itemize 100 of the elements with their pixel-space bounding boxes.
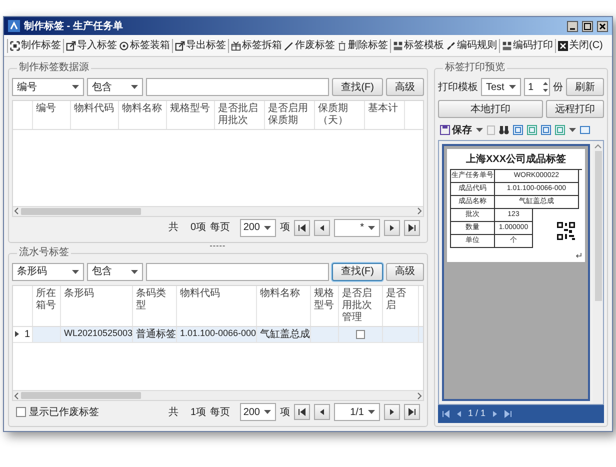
field-dropdown[interactable]: 条形码	[12, 262, 84, 280]
close-icon[interactable]	[597, 20, 608, 32]
operator-dropdown[interactable]: 包含	[87, 78, 143, 96]
caret-icon	[368, 226, 375, 230]
toolbar-button[interactable]: 编码规则	[445, 36, 498, 54]
first-page-button[interactable]	[294, 220, 310, 236]
pen-icon	[284, 40, 294, 50]
table-row[interactable]: 1 WL20210525003 普通标签 1.01.100-0066-000 气缸盖总成	[13, 326, 423, 342]
caret-icon	[264, 226, 271, 230]
template-label: 打印模板	[438, 80, 478, 94]
find-button[interactable]: 查找(F)	[332, 78, 383, 96]
column-header[interactable]: 物料代码	[71, 101, 119, 129]
horizontal-scrollbar[interactable]	[13, 206, 423, 216]
template-dropdown[interactable]: Test	[481, 78, 521, 96]
remote-print-button[interactable]: 远程打印	[546, 100, 604, 118]
multi-page-icon	[555, 125, 565, 135]
frame-icon	[10, 40, 20, 50]
column-header[interactable]: 条形码	[61, 286, 133, 326]
copies-spinner[interactable]: 1	[524, 78, 550, 96]
toolbar-button[interactable]: 标签拆箱	[230, 36, 283, 54]
group-title: 标签打印预览	[443, 62, 507, 74]
scrollbar-thumb[interactable]	[21, 208, 141, 214]
table-cell: 普通标签	[133, 326, 177, 342]
caret-icon	[72, 85, 79, 89]
previous-page-button[interactable]	[314, 220, 330, 236]
column-header[interactable]: 规格型号	[311, 286, 339, 326]
scrollbar-thumb[interactable]	[594, 151, 602, 301]
column-header[interactable]: 是否启用保质期	[265, 101, 315, 129]
find-button[interactable]: 查找(F)	[332, 262, 383, 280]
local-print-button[interactable]: 本地打印	[438, 100, 543, 118]
unit-label: 项	[280, 406, 290, 420]
search-field[interactable]	[146, 262, 330, 280]
last-page-icon	[504, 410, 512, 418]
toolbar-button[interactable]: 制作标签	[9, 36, 62, 54]
field-dropdown[interactable]: 编号	[12, 78, 84, 96]
column-header[interactable]: 保质期（天）	[315, 101, 365, 129]
next-page-button[interactable]	[384, 404, 400, 420]
page-dropdown[interactable]: 1/1	[334, 403, 380, 421]
group-title: 流水号标签	[17, 246, 71, 258]
column-header[interactable]: 编号	[33, 101, 71, 129]
next-page-icon	[492, 410, 498, 418]
scrollbar-thumb[interactable]	[21, 392, 141, 399]
column-header[interactable]: 物料名称	[119, 101, 167, 129]
column-header[interactable]: 所在箱号	[33, 286, 61, 326]
operator-dropdown[interactable]: 包含	[87, 262, 143, 280]
caret-icon	[509, 85, 516, 89]
toolbar-button[interactable]: 删除标签	[336, 36, 389, 54]
checkbox[interactable]	[16, 407, 26, 417]
toolbar-button[interactable]: 编码打印	[501, 36, 554, 54]
column-header[interactable]: 条码类型	[133, 286, 177, 326]
total-label: 共	[168, 220, 178, 235]
single-page-icon	[527, 125, 537, 135]
caret-icon	[264, 410, 271, 414]
first-page-button[interactable]	[294, 404, 310, 420]
checkbox[interactable]	[356, 330, 365, 338]
two-page-icon	[541, 125, 551, 135]
refresh-button[interactable]: 刷新	[566, 78, 604, 96]
grid-icon	[502, 40, 512, 50]
next-page-button[interactable]	[384, 220, 400, 236]
caret-icon	[476, 128, 483, 132]
toolbar-button[interactable]: 导入标签	[65, 36, 118, 54]
caret-icon	[131, 85, 138, 89]
column-header[interactable]: 是否启	[383, 286, 419, 326]
caret-icon	[131, 270, 138, 274]
item-count: 1项	[190, 406, 206, 420]
column-header[interactable]: 物料代码	[177, 286, 257, 326]
toolbar-button[interactable]: 标签模板	[392, 36, 445, 54]
last-page-icon	[408, 408, 416, 416]
search-field[interactable]	[146, 78, 330, 96]
toolbar-button[interactable]: 标签装箱	[118, 36, 171, 54]
binoculars-icon	[499, 126, 509, 134]
app-icon	[8, 20, 20, 32]
last-page-button[interactable]	[404, 404, 420, 420]
advanced-button[interactable]: 高级	[386, 78, 424, 96]
advanced-button[interactable]: 高级	[386, 262, 424, 280]
last-page-button[interactable]	[404, 220, 420, 236]
save-button[interactable]: 保存	[440, 122, 472, 138]
toolbar-button[interactable]: 关闭(C)	[557, 36, 604, 54]
unit-label: 项	[280, 221, 290, 235]
horizontal-scrollbar[interactable]	[13, 390, 423, 400]
column-header[interactable]: 物料名称	[257, 286, 311, 326]
toolbar-button[interactable]: 导出标签	[174, 36, 227, 54]
maximize-icon[interactable]	[582, 20, 593, 32]
grid-icon	[393, 40, 403, 50]
first-page-icon	[298, 408, 306, 416]
page-size-dropdown[interactable]: 200	[240, 403, 276, 421]
page-dropdown[interactable]: *	[334, 218, 380, 236]
checkbox-label: 显示已作废标签	[29, 406, 99, 420]
column-header[interactable]: 规格型号	[167, 101, 215, 129]
page-size-dropdown[interactable]: 200	[240, 218, 276, 236]
column-header[interactable]: 基本计	[365, 101, 405, 129]
spinner-arrows-icon	[542, 80, 549, 94]
column-header[interactable]: 是否启用批次管理	[339, 286, 383, 326]
page-view-icon	[513, 125, 523, 135]
previous-page-button[interactable]	[314, 404, 330, 420]
caret-icon	[368, 410, 375, 414]
item-count: 0项	[190, 221, 206, 235]
column-header[interactable]: 是否批启用批次	[215, 101, 265, 129]
minimize-icon[interactable]	[567, 20, 578, 32]
toolbar-button[interactable]: 作废标签	[283, 36, 336, 54]
